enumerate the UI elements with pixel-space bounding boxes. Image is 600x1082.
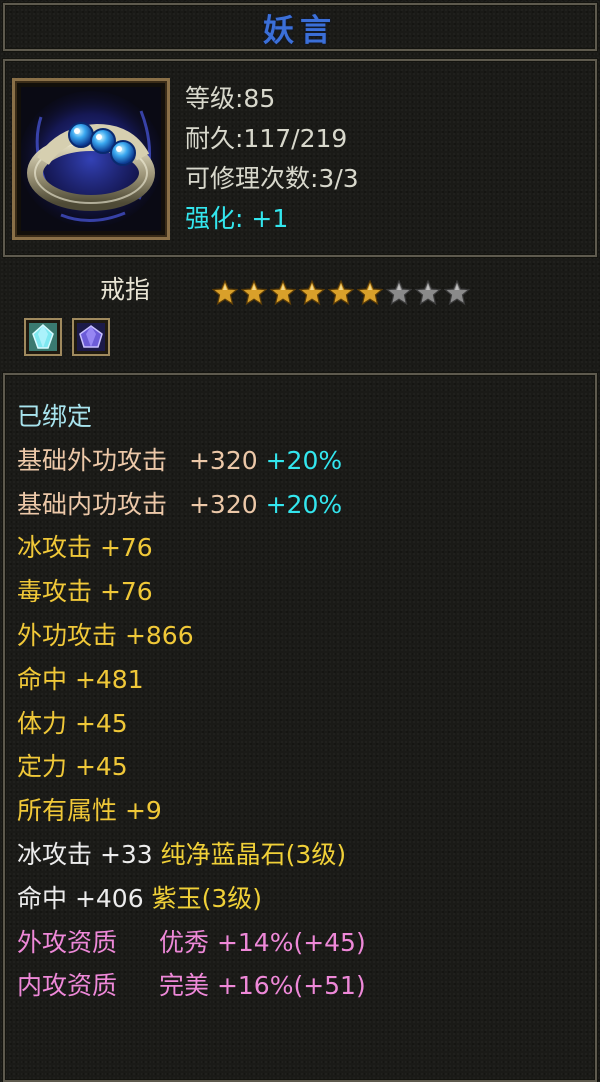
ice-attack: 冰攻击 +76	[17, 533, 153, 563]
item-enhance: 强化: +1	[185, 204, 289, 233]
quality-inner-value: +16%(+51)	[216, 971, 366, 1001]
base-outer-attack-bonus: +20%	[265, 445, 343, 475]
gem-bonus-1: 冰攻击 +33 纯净蓝晶石(3级)	[17, 833, 366, 877]
star-empty-icon	[415, 280, 441, 306]
star-rating	[212, 280, 470, 306]
item-type: 戒指	[100, 275, 151, 304]
base-outer-attack: 基础外功攻击 +320 +20%	[17, 439, 366, 483]
base-outer-attack-value: +320	[188, 445, 258, 475]
item-tooltip: 妖言 等级:85 耐久:117/219 可修理次数:3/3 强化: +1 戒指 …	[0, 0, 600, 1082]
hit-rating: 命中 +481	[17, 664, 144, 694]
base-inner-attack: 基础内功攻击 +320 +20%	[17, 483, 366, 527]
item-durability: 耐久:117/219	[185, 124, 348, 153]
stamina: 体力 +45	[17, 708, 128, 738]
base-inner-attack-label: 基础内功攻击	[17, 489, 168, 519]
base-outer-attack-label: 基础外功攻击	[17, 445, 168, 475]
gem-slots	[24, 318, 110, 356]
gem-bonus-2: 命中 +406 紫玉(3级)	[17, 877, 366, 921]
item-header: 等级:85 耐久:117/219 可修理次数:3/3 强化: +1	[3, 59, 597, 257]
star-filled-icon	[212, 280, 238, 306]
gem-bonus-1-stat: 冰攻击 +33	[17, 839, 153, 869]
star-filled-icon	[357, 280, 383, 306]
star-empty-icon	[444, 280, 470, 306]
star-filled-icon	[241, 280, 267, 306]
quality-inner-label: 内攻资质	[17, 971, 118, 1001]
focus: 定力 +45	[17, 752, 128, 782]
star-empty-icon	[386, 280, 412, 306]
attribute-list: 已绑定 基础外功攻击 +320 +20% 基础内功攻击 +320 +20% 冰攻…	[17, 395, 366, 1008]
item-name: 妖言	[263, 12, 337, 49]
item-stats: 等级:85 耐久:117/219 可修理次数:3/3 强化: +1	[185, 79, 359, 239]
quality-inner-grade: 完美	[158, 971, 209, 1001]
gem-bonus-1-name: 纯净蓝晶石(3级)	[160, 839, 347, 869]
base-inner-attack-bonus: +20%	[265, 489, 343, 519]
poison-attack: 毒攻击 +76	[17, 577, 153, 607]
item-icon-frame[interactable]	[12, 78, 170, 240]
title-bar: 妖言	[3, 3, 597, 51]
outer-attack: 外功攻击 +866	[17, 620, 194, 650]
gem-bonus-2-stat: 命中 +406	[17, 883, 144, 913]
star-filled-icon	[270, 280, 296, 306]
ring-icon	[21, 87, 161, 231]
quality-outer-value: +14%(+45)	[216, 927, 366, 957]
item-level: 等级:85	[185, 84, 276, 113]
blue-crystal-gem-icon	[29, 323, 57, 351]
quality-inner: 内攻资质 完美 +16%(+51)	[17, 964, 366, 1008]
gem-bonus-2-name: 紫玉(3级)	[151, 883, 262, 913]
item-repair-count: 可修理次数:3/3	[185, 164, 359, 193]
gem-slot-2[interactable]	[72, 318, 110, 356]
quality-outer-grade: 优秀	[158, 927, 209, 957]
gem-slot-1[interactable]	[24, 318, 62, 356]
bound-status: 已绑定	[17, 402, 93, 431]
base-inner-attack-value: +320	[188, 489, 258, 519]
attributes-panel: 已绑定 基础外功攻击 +320 +20% 基础内功攻击 +320 +20% 冰攻…	[3, 373, 597, 1082]
purple-jade-gem-icon	[77, 323, 105, 351]
all-attributes: 所有属性 +9	[17, 796, 162, 826]
quality-outer-label: 外攻资质	[17, 927, 118, 957]
star-filled-icon	[328, 280, 354, 306]
quality-outer: 外攻资质 优秀 +14%(+45)	[17, 921, 366, 965]
star-filled-icon	[299, 280, 325, 306]
